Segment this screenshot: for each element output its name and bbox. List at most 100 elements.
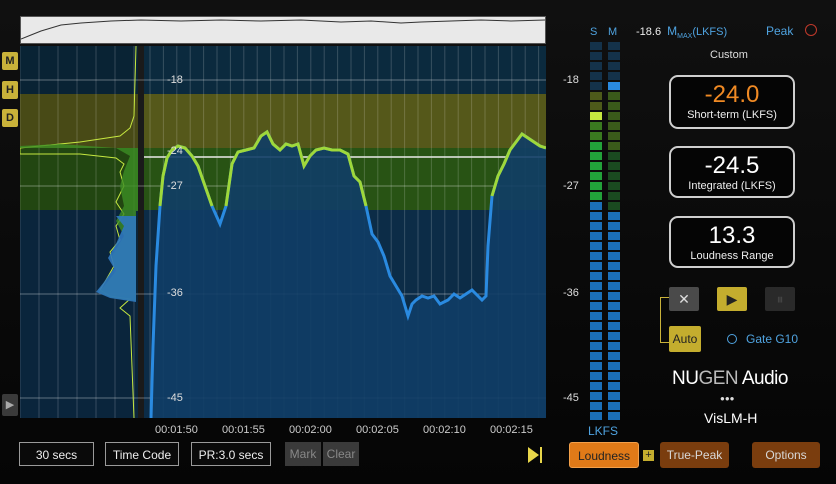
- integrated-value: -24.5: [704, 152, 760, 179]
- reset-button[interactable]: ✕: [669, 287, 699, 311]
- plus-icon[interactable]: +: [643, 450, 654, 461]
- plot-ylabel-45: -45: [167, 392, 183, 404]
- meter-segment: [590, 122, 602, 130]
- pause-button[interactable]: ⏸: [765, 287, 795, 311]
- lra-value: 13.3: [708, 222, 756, 249]
- time-label: 00:02:05: [356, 424, 399, 436]
- transport-bracket: [660, 297, 669, 343]
- meter-segment: [590, 72, 602, 80]
- integrated-label: Integrated (LKFS): [688, 180, 776, 192]
- meter-segment: [608, 412, 620, 420]
- meter-segment: [608, 272, 620, 280]
- meter-segment: [590, 192, 602, 200]
- meter-segment: [590, 232, 602, 240]
- meter-segment: [590, 412, 602, 420]
- clear-button[interactable]: Clear: [323, 442, 359, 466]
- auto-button[interactable]: Auto: [669, 326, 701, 352]
- options-button[interactable]: Options: [752, 442, 820, 468]
- integrated-readout: -24.5 Integrated (LKFS): [669, 146, 795, 198]
- meter-segment: [608, 192, 620, 200]
- meter-m-label: M: [608, 26, 618, 38]
- pr-select[interactable]: PR:3.0 secs: [191, 442, 271, 466]
- time-label: 00:02:10: [423, 424, 466, 436]
- meter-segment: [590, 342, 602, 350]
- plot-ylabel-24: -24: [167, 145, 183, 157]
- meter-segment: [590, 202, 602, 210]
- plugin-window: M H D ▶ -18 -24 -27 -36 -45 00:01:50 00:…: [0, 0, 836, 484]
- meter-segment: [608, 62, 620, 70]
- meter-segment: [608, 212, 620, 220]
- meter-segment: [590, 212, 602, 220]
- meter-segment: [608, 342, 620, 350]
- meter-segment: [590, 272, 602, 280]
- lra-readout: 13.3 Loudness Range: [669, 216, 795, 268]
- loudness-button[interactable]: Loudness: [569, 442, 639, 468]
- meter-segment: [590, 312, 602, 320]
- history-play-icon[interactable]: ▶: [2, 394, 18, 416]
- max-readout: -18.6 MMAX(LKFS): [636, 24, 727, 40]
- meter-segment: [590, 392, 602, 400]
- short-term-readout: -24.0 Short-term (LKFS): [669, 75, 795, 129]
- meter-segment: [608, 52, 620, 60]
- meter-segment: [608, 162, 620, 170]
- meter-scale-18: -18: [563, 74, 579, 86]
- meter-scale-27: -27: [563, 180, 579, 192]
- tab-h[interactable]: H: [2, 81, 18, 99]
- max-value: -18.6: [636, 26, 662, 38]
- loudness-meters: [588, 42, 624, 425]
- overview-strip[interactable]: [20, 16, 546, 44]
- meter-segment: [590, 52, 602, 60]
- overview-waveform: [20, 19, 546, 40]
- meter-segment: [608, 252, 620, 260]
- time-code-button[interactable]: Time Code: [105, 442, 179, 466]
- meter-segment: [590, 242, 602, 250]
- true-peak-button[interactable]: True-Peak: [660, 442, 729, 468]
- meter-segment: [590, 382, 602, 390]
- mark-button[interactable]: Mark: [285, 442, 321, 466]
- meter-segment: [608, 242, 620, 250]
- gate-radio[interactable]: [727, 334, 737, 344]
- meter-segment: [608, 152, 620, 160]
- meter-segment: [608, 312, 620, 320]
- peak-indicator-icon[interactable]: [805, 24, 817, 36]
- short-term-value: -24.0: [704, 81, 760, 108]
- time-label: 00:02:00: [289, 424, 332, 436]
- brand-dots: ●●●: [720, 394, 735, 403]
- tab-m[interactable]: M: [2, 52, 18, 70]
- histogram-divider: [138, 46, 144, 418]
- tab-d[interactable]: D: [2, 109, 18, 127]
- meter-segment: [590, 102, 602, 110]
- meter-segment: [608, 372, 620, 380]
- meter-segment: [590, 82, 602, 90]
- max-sub-label: MAX: [677, 33, 693, 41]
- meter-segment: [590, 402, 602, 410]
- brand-nu: NU: [672, 368, 699, 389]
- max-m-label: M: [667, 24, 678, 38]
- meter-segment: [608, 222, 620, 230]
- brand-logo: NUGEN Audio: [672, 368, 788, 390]
- meter-segment: [590, 302, 602, 310]
- jump-to-end-icon[interactable]: [526, 444, 544, 466]
- meter-segment: [590, 222, 602, 230]
- loudness-history-plot[interactable]: [20, 46, 546, 418]
- peak-label: Peak: [766, 24, 794, 38]
- time-window-select[interactable]: 30 secs: [19, 442, 94, 466]
- meter-segment: [590, 262, 602, 270]
- meter-segment: [608, 102, 620, 110]
- meter-segment: [608, 202, 620, 210]
- gate-label: Gate G10: [746, 332, 799, 346]
- meter-segment: [590, 362, 602, 370]
- meter-segment: [590, 172, 602, 180]
- meter-segment: [590, 352, 602, 360]
- meter-segment: [590, 152, 602, 160]
- preset-name[interactable]: Custom: [710, 49, 748, 61]
- play-button[interactable]: ▶: [717, 287, 747, 311]
- meter-segment: [590, 112, 602, 120]
- meter-segment: [608, 232, 620, 240]
- meter-s-label: S: [590, 26, 598, 38]
- time-label: 00:01:55: [222, 424, 265, 436]
- meter-segment: [608, 332, 620, 340]
- meter-segment: [590, 162, 602, 170]
- max-unit: (LKFS): [692, 26, 728, 38]
- plot-ylabel-27: -27: [167, 180, 183, 192]
